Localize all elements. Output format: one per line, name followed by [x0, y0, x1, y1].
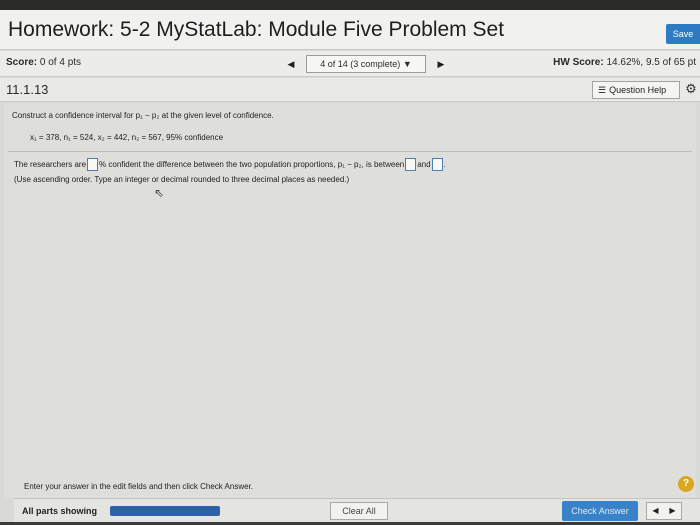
- problem-given-values: x₁ = 378, n₁ = 524, x₂ = 442, n₂ = 567, …: [30, 133, 224, 142]
- save-button[interactable]: Save: [666, 24, 700, 44]
- check-answer-button[interactable]: Check Answer: [562, 501, 638, 521]
- hw-score-value: 14.62%, 9.5 of 65 pt: [606, 57, 696, 68]
- answer-text-2: % confident the difference between the t…: [99, 160, 405, 169]
- right-arrow-icon[interactable]: ▶: [664, 503, 681, 519]
- answer-note: (Use ascending order. Type an integer or…: [14, 175, 350, 184]
- question-help-button[interactable]: ☰ Question Help: [592, 81, 680, 99]
- score-bar: Score: 0 of 4 pts ◀ 4 of 14 (3 complete)…: [0, 51, 700, 77]
- content-divider: [8, 151, 692, 152]
- question-content: Construct a confidence interval for p₁ −…: [4, 103, 696, 498]
- score-label: Score:: [6, 57, 38, 68]
- gear-icon[interactable]: ⚙: [684, 82, 698, 96]
- footer-nav: ◀ ▶: [646, 502, 682, 520]
- progress-fill: [110, 506, 220, 516]
- score-text: Score: 0 of 4 pts: [6, 57, 81, 68]
- question-mark-icon[interactable]: ?: [678, 476, 694, 492]
- problem-prompt: Construct a confidence interval for p₁ −…: [12, 111, 274, 120]
- answer-text-4: .: [443, 160, 446, 169]
- homework-title: Homework: 5-2 MyStatLab: Module Five Pro…: [8, 18, 505, 41]
- answer-text-1: The researchers are: [14, 160, 87, 169]
- question-bar: 11.1.13 ☰ Question Help ⚙: [0, 78, 700, 102]
- mouse-cursor-icon: ⇖: [154, 186, 165, 200]
- question-position: 4 of 14 (3 complete): [320, 59, 401, 69]
- right-arrow-icon: ▶: [437, 58, 445, 69]
- left-arrow-icon[interactable]: ◀: [647, 503, 664, 519]
- prev-question-button[interactable]: ◀: [282, 55, 300, 73]
- hw-score-label: HW Score:: [553, 57, 604, 68]
- parts-showing-label: All parts showing: [22, 506, 98, 516]
- top-strip: [0, 0, 700, 10]
- confidence-input[interactable]: [87, 158, 99, 171]
- answer-text-3: and: [417, 160, 431, 169]
- hw-score: HW Score: 14.62%, 9.5 of 65 pt: [553, 57, 696, 68]
- lower-bound-input[interactable]: [405, 158, 417, 171]
- question-select[interactable]: 4 of 14 (3 complete) ▼: [306, 55, 426, 73]
- question-navigator: ◀ 4 of 14 (3 complete) ▼ ▶: [282, 54, 450, 74]
- footer-bar: All parts showing Clear All Check Answer…: [14, 498, 700, 522]
- upper-bound-input[interactable]: [431, 158, 443, 171]
- score-value: 0 of 4 pts: [39, 57, 82, 68]
- next-question-button[interactable]: ▶: [432, 55, 450, 73]
- question-help-label: Question Help: [609, 85, 667, 95]
- clear-all-button[interactable]: Clear All: [330, 502, 388, 520]
- instructions-text: Enter your answer in the edit fields and…: [24, 482, 254, 491]
- caret-down-icon: ▼: [402, 59, 412, 69]
- answer-statement: The researchers are % confident the diff…: [14, 158, 446, 171]
- list-icon: ☰: [598, 85, 607, 95]
- homework-header: Homework: 5-2 MyStatLab: Module Five Pro…: [0, 10, 700, 50]
- progress-bar: [110, 506, 220, 516]
- question-number: 11.1.13: [6, 82, 49, 97]
- left-arrow-icon: ◀: [287, 58, 295, 69]
